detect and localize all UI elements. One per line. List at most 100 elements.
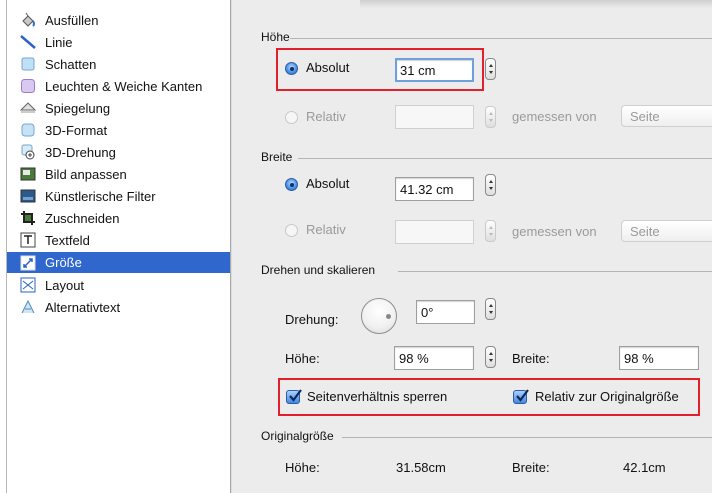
section-title-rotate-scale: Drehen und skalieren	[261, 263, 376, 277]
sidebar-item-bild-anpassen[interactable]: Bild anpassen	[7, 164, 230, 184]
height-relative-input[interactable]	[395, 105, 474, 129]
rotation-dial-indicator-icon	[386, 314, 391, 319]
scale-height-label: Höhe:	[285, 351, 320, 366]
radio-height-absolute-label: Absolut	[306, 60, 350, 75]
sidebar-item-label: Bild anpassen	[45, 166, 127, 182]
scale-height-input[interactable]: 98 %	[394, 346, 474, 370]
sidebar-item-spiegelung[interactable]: Spiegelung	[7, 98, 230, 118]
paint-bucket-icon	[20, 12, 36, 28]
radio-width-relative[interactable]	[285, 224, 298, 237]
sidebar-item-label: Textfeld	[45, 232, 90, 248]
rotation-dial[interactable]	[361, 298, 397, 334]
sidebar-item-3d-format[interactable]: 3D-Format	[7, 120, 230, 140]
stepper-down-icon[interactable]	[488, 71, 493, 74]
glow-icon	[20, 78, 36, 94]
sidebar-item-alternativtext[interactable]: Alternativtext	[7, 297, 230, 317]
scale-height-stepper[interactable]	[485, 346, 496, 368]
sidebar-item-linie[interactable]: Linie	[7, 32, 230, 52]
original-width-value: 42.1cm	[623, 460, 666, 475]
lock-aspect-label: Seitenverhältnis sperren	[307, 389, 448, 404]
height-measured-from-select[interactable]: Seite	[621, 105, 712, 127]
crop-icon	[20, 210, 36, 226]
stepper-up-icon[interactable]	[488, 352, 493, 355]
sidebar-item-label: Leuchten & Weiche Kanten	[45, 78, 203, 94]
width-absolute-input[interactable]: 41.32 cm	[395, 177, 474, 201]
sidebar-item-leuchten[interactable]: Leuchten & Weiche Kanten	[7, 76, 230, 96]
sidebar-item-layout[interactable]: Layout	[7, 275, 230, 295]
rotation-input[interactable]: 0°	[416, 300, 475, 324]
radio-height-relative[interactable]	[285, 111, 298, 124]
height-absolute-input[interactable]: 31 cm	[395, 58, 474, 82]
sidebar-item-groesse[interactable]: Größe	[7, 252, 230, 273]
rotation-label: Drehung:	[285, 312, 339, 327]
section-divider	[298, 158, 712, 159]
sidebar-item-label: Größe	[45, 255, 82, 270]
stepper-down-icon[interactable]	[488, 311, 493, 314]
format-sidebar: Ausfüllen Linie Schatten Leuchten & Weic…	[0, 0, 232, 493]
sidebar-item-zuschneiden[interactable]: Zuschneiden	[7, 208, 230, 228]
rotation-stepper[interactable]	[485, 298, 496, 320]
height-relative-stepper[interactable]	[485, 106, 496, 128]
stepper-up-icon[interactable]	[488, 112, 493, 115]
3d-rotation-icon	[20, 144, 36, 160]
section-divider	[398, 271, 712, 272]
sidebar-item-label: 3D-Format	[45, 122, 108, 138]
sidebar-item-ausfuellen[interactable]: Ausfüllen	[7, 10, 230, 30]
relative-original-label: Relativ zur Originalgröße	[535, 389, 679, 404]
relative-original-checkbox[interactable]	[513, 389, 529, 404]
stepper-down-icon[interactable]	[488, 233, 493, 236]
original-height-label: Höhe:	[285, 460, 320, 475]
sidebar-item-label: Layout	[45, 277, 85, 293]
checkmark-icon	[516, 389, 529, 402]
panel-top-shadow	[360, 0, 712, 8]
stepper-up-icon[interactable]	[488, 180, 493, 183]
checkmark-icon	[289, 389, 302, 402]
width-relative-stepper[interactable]	[485, 220, 496, 242]
scale-width-input[interactable]: 98 %	[619, 346, 699, 370]
sidebar-item-label: Schatten	[45, 56, 97, 72]
width-measured-from-select[interactable]: Seite	[621, 220, 712, 242]
sidebar-item-label: Künstlerische Filter	[45, 188, 156, 204]
width-relative-input[interactable]	[395, 220, 474, 244]
sidebar-item-label: Alternativtext	[45, 299, 121, 315]
stepper-up-icon[interactable]	[488, 304, 493, 307]
radio-width-absolute-label: Absolut	[306, 176, 350, 191]
sidebar-item-3d-drehung[interactable]: 3D-Drehung	[7, 142, 230, 162]
width-absolute-stepper[interactable]	[485, 174, 496, 196]
artistic-filter-icon	[20, 188, 36, 204]
stepper-up-icon[interactable]	[488, 64, 493, 67]
alt-text-icon	[20, 299, 36, 315]
original-height-value: 31.58cm	[396, 460, 446, 475]
stepper-down-icon[interactable]	[488, 359, 493, 362]
sidebar-item-textfeld[interactable]: Textfeld	[7, 230, 230, 250]
radio-width-absolute[interactable]	[285, 178, 298, 191]
height-absolute-stepper[interactable]	[485, 58, 496, 80]
sidebar-item-schatten[interactable]: Schatten	[7, 54, 230, 74]
picture-adjust-icon	[20, 166, 36, 182]
section-divider	[290, 38, 712, 39]
sidebar-item-label: Spiegelung	[45, 100, 111, 116]
size-icon	[20, 255, 36, 271]
sidebar-item-label: Ausfüllen	[45, 12, 99, 28]
sidebar-item-label: 3D-Drehung	[45, 144, 116, 160]
stepper-down-icon[interactable]	[488, 187, 493, 190]
section-title-hoehe: Höhe	[261, 30, 290, 44]
stepper-down-icon[interactable]	[488, 119, 493, 122]
width-measured-from-label: gemessen von	[512, 224, 597, 239]
lock-aspect-checkbox[interactable]	[286, 389, 302, 404]
radio-height-relative-label: Relativ	[306, 109, 346, 124]
sidebar-item-label: Zuschneiden	[45, 210, 120, 226]
scale-width-label: Breite:	[512, 351, 550, 366]
sidebar-item-label: Linie	[45, 34, 73, 50]
line-icon	[20, 34, 36, 50]
reflection-icon	[20, 100, 36, 116]
shadow-icon	[20, 56, 36, 72]
3d-format-icon	[20, 122, 36, 138]
section-divider	[342, 437, 712, 438]
section-title-original-size: Originalgröße	[261, 429, 334, 443]
section-title-breite: Breite	[261, 150, 293, 164]
original-width-label: Breite:	[512, 460, 550, 475]
stepper-up-icon[interactable]	[488, 226, 493, 229]
sidebar-item-kuenstlerische-filter[interactable]: Künstlerische Filter	[7, 186, 230, 206]
radio-height-absolute[interactable]	[285, 62, 298, 75]
